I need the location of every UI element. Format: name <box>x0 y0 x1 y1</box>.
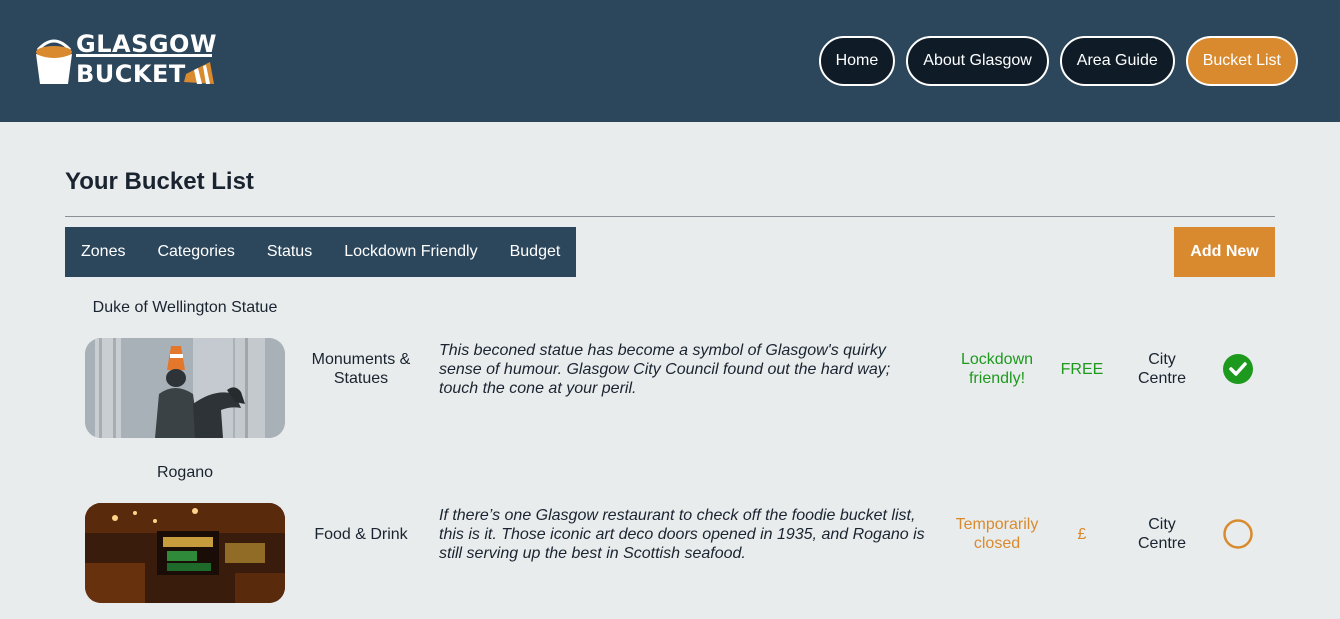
nav-area-guide[interactable]: Area Guide <box>1059 36 1175 86</box>
filter-categories[interactable]: Categories <box>157 243 234 261</box>
check-circle-icon[interactable] <box>1222 353 1254 385</box>
item-budget: £ <box>1077 526 1087 543</box>
filter-lockdown-friendly[interactable]: Lockdown Friendly <box>344 243 477 261</box>
nav-about-glasgow[interactable]: About Glasgow <box>906 36 1049 86</box>
item-thumbnail[interactable] <box>85 338 285 438</box>
main-nav: Home About Glasgow Area Guide Bucket Lis… <box>818 36 1298 86</box>
item-description: If there’s one Glasgow restaurant to che… <box>439 507 925 562</box>
nav-home[interactable]: Home <box>818 36 896 86</box>
filter-budget[interactable]: Budget <box>510 243 561 261</box>
page-title: Your Bucket List <box>65 168 254 195</box>
item-zone: City Centre <box>1137 516 1187 552</box>
nav-bucket-list[interactable]: Bucket List <box>1185 36 1298 86</box>
logo-line-1: GLASGOW <box>76 30 217 58</box>
traffic-cone-icon <box>184 62 214 84</box>
empty-circle-icon[interactable] <box>1222 518 1254 550</box>
item-lockdown-status: Temporarily closed <box>955 516 1039 552</box>
filter-zones[interactable]: Zones <box>81 243 125 261</box>
site-header: GLASGOW BUCKET Home About Glasgow Area G… <box>0 0 1340 122</box>
item-thumbnail[interactable] <box>85 503 285 603</box>
item-category: Monuments & Statues <box>311 351 411 387</box>
item-name: Duke of Wellington Statue <box>92 299 278 316</box>
statue-photo <box>85 338 285 438</box>
item-zone: City Centre <box>1137 351 1187 387</box>
title-divider <box>65 216 1275 217</box>
site-logo[interactable]: GLASGOW BUCKET <box>34 32 224 90</box>
logo-line-2: BUCKET <box>76 60 186 88</box>
logo-underline <box>76 54 212 57</box>
item-lockdown-status: Lockdown friendly! <box>960 351 1034 387</box>
filter-status[interactable]: Status <box>267 243 312 261</box>
bucket-icon <box>36 39 72 84</box>
item-category: Food & Drink <box>314 526 408 543</box>
item-budget: FREE <box>1060 361 1104 378</box>
item-name: Rogano <box>156 464 214 481</box>
restaurant-photo <box>85 503 285 603</box>
add-new-button[interactable]: Add New <box>1174 227 1275 277</box>
item-description: This beconed statue has become a symbol … <box>439 342 891 397</box>
filter-bar: Zones Categories Status Lockdown Friendl… <box>65 227 577 277</box>
